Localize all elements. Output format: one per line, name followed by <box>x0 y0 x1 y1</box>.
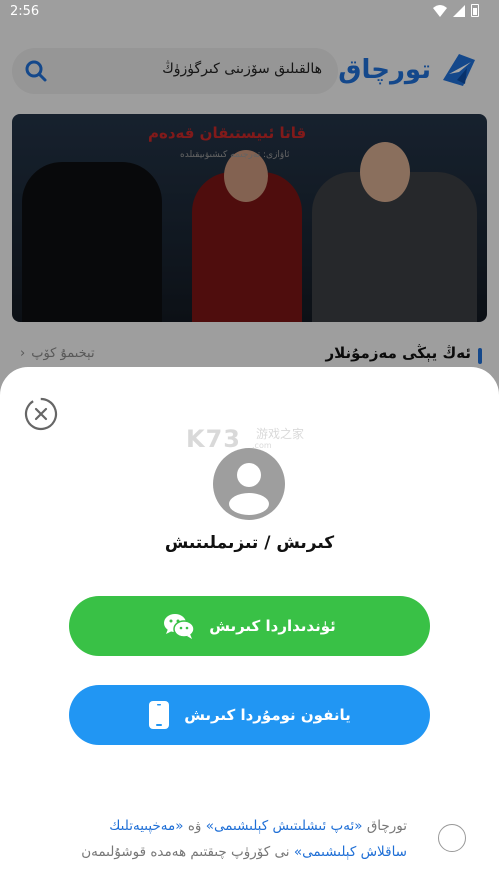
login-title: كىرىش / تىزىملىتىش <box>164 533 335 553</box>
close-icon[interactable] <box>24 397 58 431</box>
wechat-login-button[interactable]: ئۈندىداردا كىرىش <box>69 596 430 656</box>
phone-icon <box>149 701 170 729</box>
terms-link[interactable]: «ئەپ ئىشلىتىش كېلىشىمى» <box>206 818 363 834</box>
watermark: K73 游戏之家 .com <box>186 425 304 453</box>
agreement-suffix: نى كۆرۈپ چىقتىم ھەمدە قوشۇلىمەن <box>81 844 290 860</box>
avatar-icon <box>229 463 269 515</box>
watermark-chinese: 游戏之家 <box>256 427 305 441</box>
watermark-logo: K73 <box>186 425 241 453</box>
wifi-icon <box>433 4 447 17</box>
battery-icon <box>471 4 479 17</box>
status-icons <box>433 4 479 17</box>
agreement-and: ۋە <box>187 818 202 834</box>
agreement-prefix: تورچاق <box>366 818 407 834</box>
phone-login-label: يانفون نومۇردا كىرىش <box>184 706 351 724</box>
wechat-icon <box>164 614 195 639</box>
phone-login-button[interactable]: يانفون نومۇردا كىرىش <box>69 685 430 745</box>
login-sheet: K73 游戏之家 .com كىرىش / تىزىملىتىش ئۈندىدا… <box>0 367 499 887</box>
status-bar: 2:56 <box>0 0 499 24</box>
signal-icon <box>453 4 465 17</box>
agree-checkbox[interactable] <box>438 824 466 852</box>
avatar <box>213 448 285 520</box>
agreement-text: تورچاق «ئەپ ئىشلىتىش كېلىشىمى» ۋە «مەخپى… <box>62 813 407 865</box>
wechat-login-label: ئۈندىداردا كىرىش <box>209 617 336 635</box>
status-time: 2:56 <box>10 4 40 19</box>
